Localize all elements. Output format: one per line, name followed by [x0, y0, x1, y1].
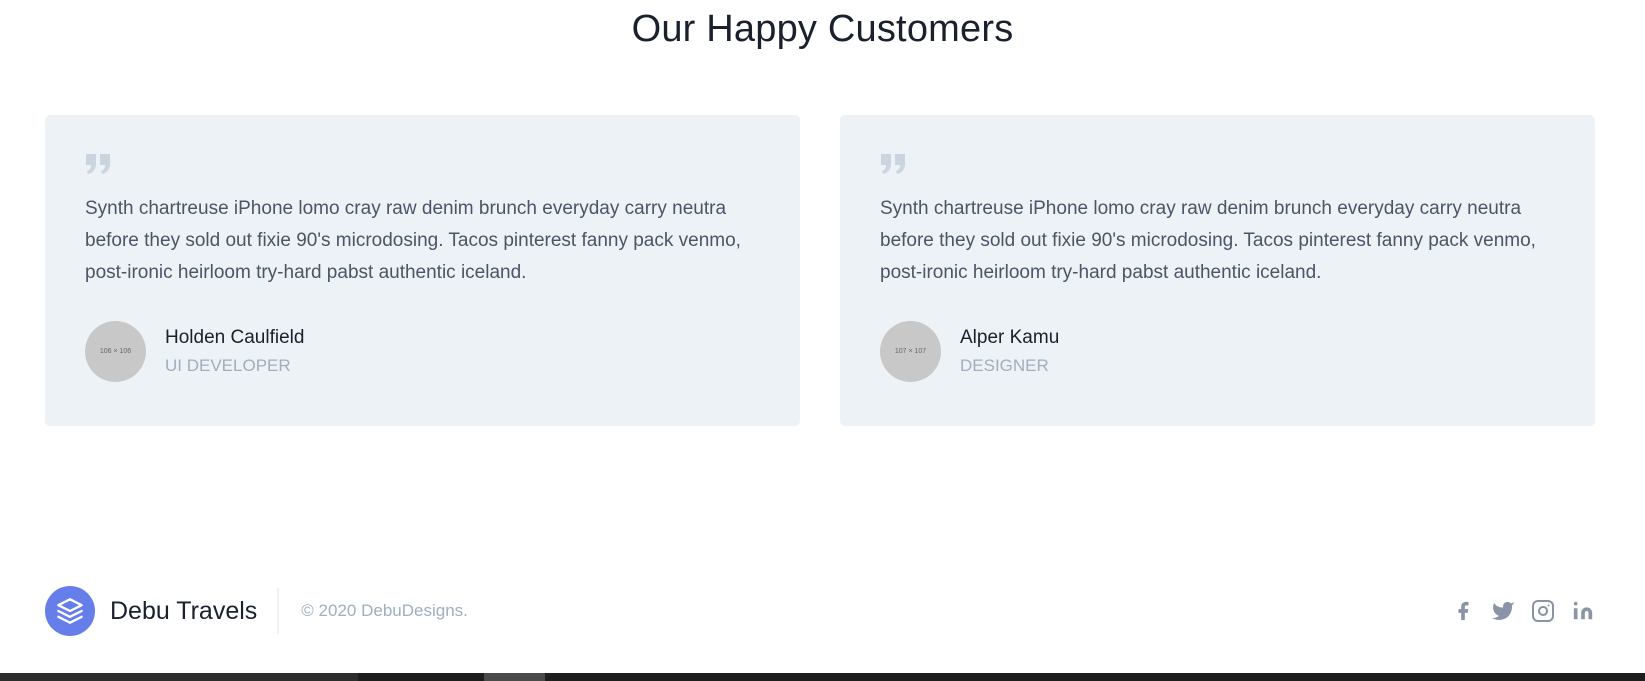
testimonial-quote: Synth chartreuse iPhone lomo cray raw de…: [85, 198, 741, 283]
footer-divider: [277, 588, 280, 634]
taskbar-segment: [484, 673, 545, 681]
testimonial-card: Synth chartreuse iPhone lomo cray raw de…: [840, 115, 1595, 426]
facebook-icon[interactable]: [1451, 599, 1475, 623]
quote-icon: [881, 154, 905, 174]
social-links: [1435, 599, 1595, 623]
quote-icon: [86, 154, 110, 174]
twitter-icon[interactable]: [1491, 599, 1515, 623]
author-name: Alper Kamu: [960, 326, 1060, 348]
copyright-text: © 2020 DebuDesigns.: [301, 601, 468, 620]
taskbar-strip: [0, 673, 1645, 681]
avatar: 106 × 106: [85, 321, 146, 382]
author-info: Alper Kamu DESIGNER: [960, 325, 1059, 379]
testimonial-quote: Synth chartreuse iPhone lomo cray raw de…: [880, 198, 1536, 283]
footer: Debu Travels © 2020 DebuDesigns.: [45, 585, 1595, 637]
section-title: Our Happy Customers: [631, 8, 1014, 50]
testimonial-author: 107 × 107 Alper Kamu DESIGNER: [880, 321, 1555, 382]
logo-icon[interactable]: [45, 586, 95, 636]
testimonial-author: 106 × 106 Holden Caulfield UI DEVELOPER: [85, 321, 760, 382]
taskbar-segment: [0, 673, 358, 681]
testimonial-card: Synth chartreuse iPhone lomo cray raw de…: [45, 115, 800, 426]
brand-name[interactable]: Debu Travels: [110, 597, 257, 626]
author-role: DESIGNER: [960, 355, 1049, 375]
linkedin-icon[interactable]: [1571, 599, 1595, 623]
instagram-icon[interactable]: [1531, 599, 1555, 623]
author-name: Holden Caulfield: [165, 326, 305, 348]
author-info: Holden Caulfield UI DEVELOPER: [165, 325, 304, 379]
author-role: UI DEVELOPER: [165, 355, 291, 375]
avatar: 107 × 107: [880, 321, 941, 382]
